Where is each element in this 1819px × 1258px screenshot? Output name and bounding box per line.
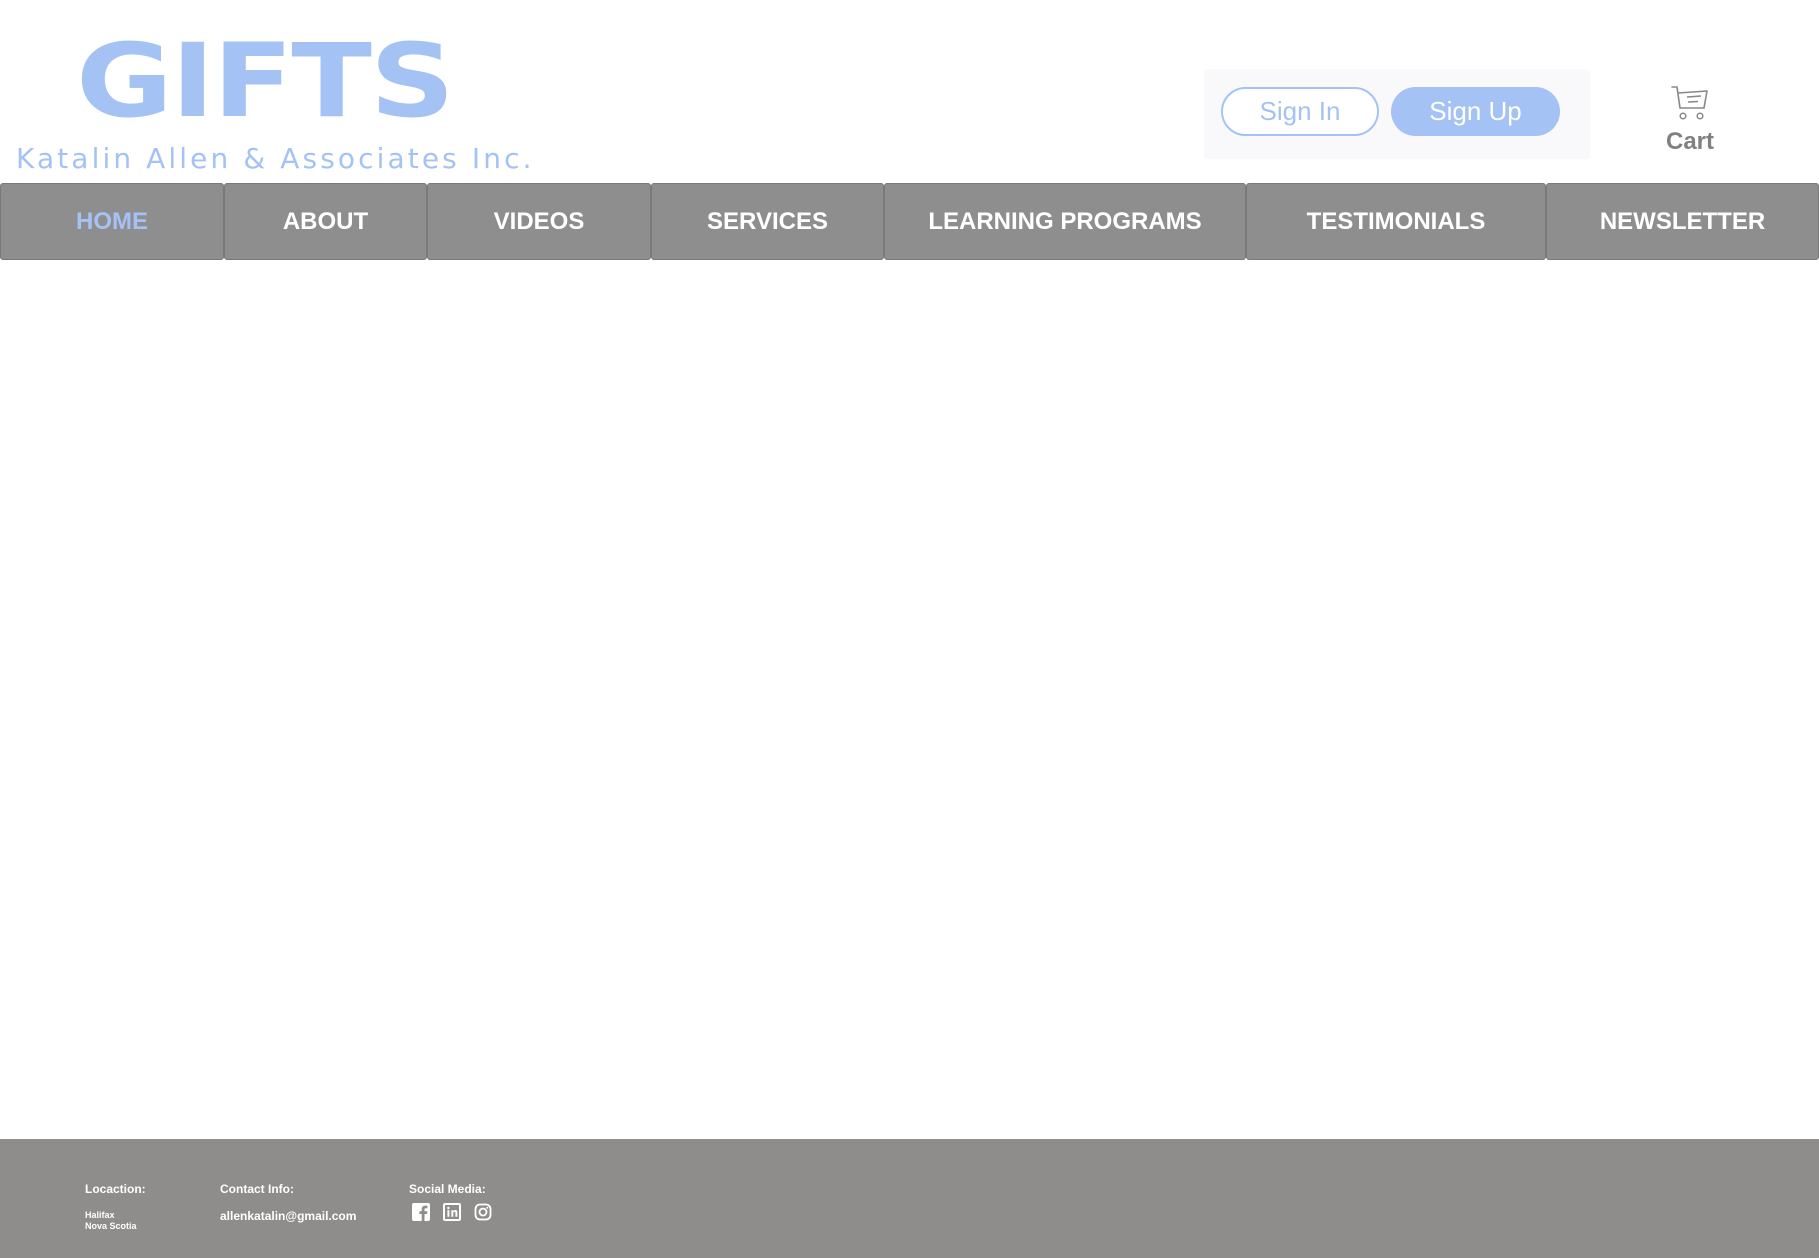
social-heading: Social Media:	[409, 1182, 486, 1196]
site-logo[interactable]: GIFTS Katalin Allen & Associates Inc.	[16, 30, 536, 180]
location-city: Halifax	[85, 1210, 115, 1220]
sign-in-button[interactable]: Sign In	[1221, 87, 1379, 136]
nav-item-services[interactable]: SERVICES	[651, 183, 884, 260]
nav-item-videos[interactable]: VIDEOS	[427, 183, 651, 260]
location-heading: Locaction:	[85, 1182, 146, 1196]
facebook-icon[interactable]	[412, 1203, 430, 1221]
social-links	[412, 1203, 492, 1221]
cart-label: Cart	[1665, 128, 1714, 155]
nav-item-home[interactable]: HOME	[0, 183, 224, 260]
contact-email[interactable]: allenkatalin@gmail.com	[220, 1209, 356, 1223]
nav-item-testimonials[interactable]: TESTIMONIALS	[1246, 183, 1546, 260]
contact-heading: Contact Info:	[220, 1182, 294, 1196]
instagram-icon[interactable]	[474, 1203, 492, 1221]
nav-item-newsletter[interactable]: NEWSLETTER	[1546, 183, 1819, 260]
main-nav: HOME ABOUT VIDEOS SERVICES LEARNING PROG…	[0, 183, 1819, 260]
logo-subtitle: Katalin Allen & Associates Inc.	[16, 142, 535, 175]
site-footer: Locaction: Halifax Nova Scotia Contact I…	[0, 1139, 1819, 1258]
auth-panel: Sign In Sign Up	[1204, 69, 1590, 159]
shopping-cart-icon	[1671, 86, 1708, 120]
nav-item-learning-programs[interactable]: LEARNING PROGRAMS	[884, 183, 1246, 260]
linkedin-icon[interactable]	[443, 1203, 461, 1221]
sign-up-button[interactable]: Sign Up	[1391, 87, 1560, 136]
logo-title: GIFTS	[76, 21, 455, 141]
cart-button[interactable]: Cart	[1650, 84, 1730, 164]
location-region: Nova Scotia	[85, 1221, 137, 1231]
nav-item-about[interactable]: ABOUT	[224, 183, 427, 260]
